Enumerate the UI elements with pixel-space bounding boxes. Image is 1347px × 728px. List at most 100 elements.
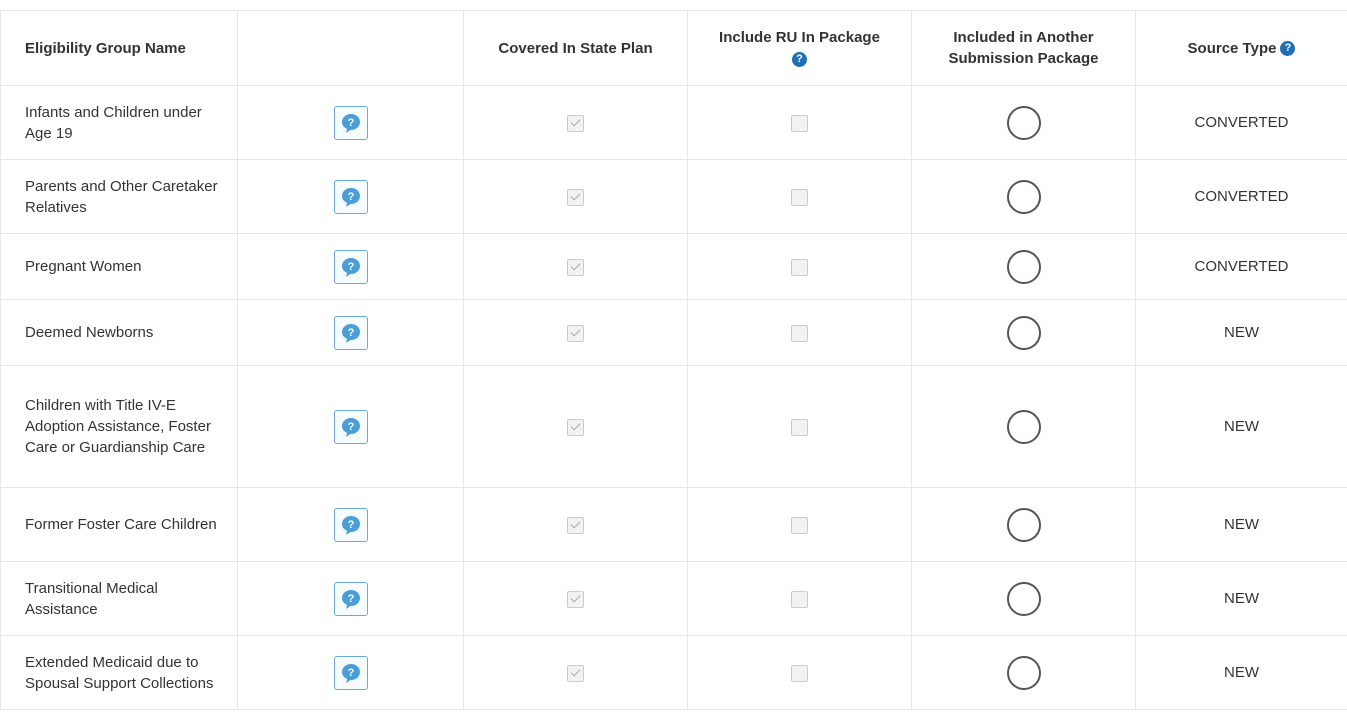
included-other-cell — [911, 85, 1136, 160]
included-in-another-package-radio[interactable] — [1006, 105, 1041, 140]
covered-in-state-plan-checkbox[interactable] — [567, 114, 584, 132]
question-circle-icon[interactable]: ? — [792, 51, 807, 67]
group-info-button[interactable]: ? — [333, 249, 368, 284]
speech-bubble-question-icon: ? — [341, 663, 360, 683]
source-type: CONVERTED — [1135, 85, 1347, 160]
include-ru-checkbox[interactable] — [791, 324, 808, 342]
header-source-type: Source Type? — [1135, 10, 1347, 86]
group-info-button[interactable]: ? — [333, 179, 368, 214]
speech-bubble-question-icon: ? — [341, 257, 360, 277]
table-row: Parents and Other Caretaker Relatives? CO… — [0, 159, 1347, 234]
help-cell: ? — [237, 299, 464, 366]
source-type: NEW — [1135, 561, 1347, 636]
include-ru-checkbox[interactable] — [791, 258, 808, 276]
included-other-cell — [911, 487, 1136, 562]
speech-bubble-question-icon: ? — [341, 323, 360, 343]
group-info-button[interactable]: ? — [333, 507, 368, 542]
header-eligibility-group-name: Eligibility Group Name — [0, 10, 238, 86]
svg-text:?: ? — [347, 667, 354, 679]
help-cell: ? — [237, 85, 464, 160]
group-info-button[interactable]: ? — [333, 581, 368, 616]
header-source-type-label: Source Type — [1187, 39, 1277, 57]
included-in-another-package-radio[interactable] — [1006, 581, 1041, 616]
svg-text:?: ? — [347, 191, 354, 203]
eligibility-groups-table: Eligibility Group Name Covered In State … — [0, 10, 1347, 710]
svg-text:?: ? — [347, 519, 354, 531]
header-include-ru-in-package: Include RU In Package ? — [687, 10, 912, 86]
include-ru-cell — [687, 85, 912, 160]
covered-cell — [463, 487, 688, 562]
covered-in-state-plan-checkbox[interactable] — [567, 418, 584, 436]
included-in-another-package-radio[interactable] — [1006, 249, 1041, 284]
speech-bubble-question-icon: ? — [341, 187, 360, 207]
eligibility-group-name: Children with Title IV-E Adoption Assist… — [0, 365, 238, 488]
include-ru-checkbox[interactable] — [791, 590, 808, 608]
speech-bubble-question-icon: ? — [341, 113, 360, 133]
eligibility-group-name: Infants and Children under Age 19 — [0, 85, 238, 160]
group-info-button[interactable]: ? — [333, 315, 368, 350]
header-blank — [237, 10, 464, 86]
included-in-another-package-radio[interactable] — [1006, 409, 1041, 444]
question-circle-icon[interactable]: ? — [1280, 41, 1296, 57]
covered-in-state-plan-checkbox[interactable] — [567, 664, 584, 682]
included-in-another-package-radio[interactable] — [1006, 507, 1041, 542]
included-other-cell — [911, 233, 1136, 300]
include-ru-checkbox[interactable] — [791, 516, 808, 534]
included-other-cell — [911, 299, 1136, 366]
covered-cell — [463, 365, 688, 488]
included-other-cell — [911, 159, 1136, 234]
include-ru-cell — [687, 561, 912, 636]
table-row: Extended Medicaid due to Spousal Support… — [0, 635, 1347, 710]
include-ru-checkbox[interactable] — [791, 664, 808, 682]
table-row: Infants and Children under Age 19? CONVER… — [0, 85, 1347, 160]
included-in-another-package-radio[interactable] — [1006, 655, 1041, 690]
covered-in-state-plan-checkbox[interactable] — [567, 258, 584, 276]
source-type: NEW — [1135, 365, 1347, 488]
source-type: CONVERTED — [1135, 233, 1347, 300]
help-cell: ? — [237, 635, 464, 710]
include-ru-cell — [687, 487, 912, 562]
include-ru-cell — [687, 365, 912, 488]
table-header-row: Eligibility Group Name Covered In State … — [0, 10, 1347, 86]
table-row: Transitional Medical Assistance? NEW — [0, 561, 1347, 636]
include-ru-cell — [687, 233, 912, 300]
eligibility-group-name: Extended Medicaid due to Spousal Support… — [0, 635, 238, 710]
included-other-cell — [911, 635, 1136, 710]
covered-cell — [463, 561, 688, 636]
table-row: Children with Title IV-E Adoption Assist… — [0, 365, 1347, 488]
speech-bubble-question-icon: ? — [341, 417, 360, 437]
help-cell: ? — [237, 365, 464, 488]
include-ru-cell — [687, 159, 912, 234]
include-ru-checkbox[interactable] — [791, 114, 808, 132]
covered-cell — [463, 233, 688, 300]
group-info-button[interactable]: ? — [333, 105, 368, 140]
header-included-line2: Submission Package — [948, 50, 1099, 67]
speech-bubble-question-icon: ? — [341, 589, 360, 609]
include-ru-cell — [687, 299, 912, 366]
svg-text:?: ? — [347, 117, 354, 129]
svg-text:?: ? — [347, 327, 354, 339]
include-ru-checkbox[interactable] — [791, 418, 808, 436]
eligibility-group-name: Parents and Other Caretaker Relatives — [0, 159, 238, 234]
covered-in-state-plan-checkbox[interactable] — [567, 516, 584, 534]
group-info-button[interactable]: ? — [333, 655, 368, 690]
included-in-another-package-radio[interactable] — [1006, 315, 1041, 350]
group-info-button[interactable]: ? — [333, 409, 368, 444]
eligibility-group-name: Former Foster Care Children — [0, 487, 238, 562]
included-in-another-package-radio[interactable] — [1006, 179, 1041, 214]
eligibility-group-name: Deemed Newborns — [0, 299, 238, 366]
source-type: NEW — [1135, 299, 1347, 366]
eligibility-group-name: Transitional Medical Assistance — [0, 561, 238, 636]
eligibility-group-name: Pregnant Women — [0, 233, 238, 300]
table-row: Pregnant Women? CONVERTED — [0, 233, 1347, 300]
covered-in-state-plan-checkbox[interactable] — [567, 188, 584, 206]
covered-in-state-plan-checkbox[interactable] — [567, 324, 584, 342]
header-include-ru-label: Include RU In Package — [719, 29, 880, 46]
include-ru-checkbox[interactable] — [791, 188, 808, 206]
eligibility-groups-panel: Eligibility Group Name Covered In State … — [0, 10, 1347, 710]
covered-in-state-plan-checkbox[interactable] — [567, 590, 584, 608]
source-type: NEW — [1135, 487, 1347, 562]
header-included-in-another-package: Included in Another Submission Package — [911, 10, 1136, 86]
covered-cell — [463, 159, 688, 234]
svg-text:?: ? — [347, 261, 354, 273]
